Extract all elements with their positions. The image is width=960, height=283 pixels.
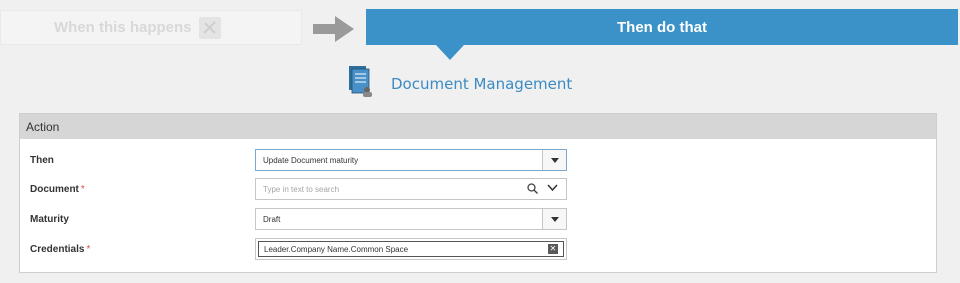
document-search-input[interactable]: Type in text to search [255,178,567,200]
document-placeholder: Type in text to search [263,184,340,194]
connector-header: Document Management [346,64,572,103]
required-mark: * [86,244,91,255]
required-mark: * [80,184,85,195]
row-then: Then Update Document maturity [20,149,936,173]
row-maturity: Maturity Draft [20,208,936,232]
dropdown-caret-icon[interactable] [542,209,566,229]
row-credentials: Credentials * Leader.Company Name.Common … [20,238,936,262]
arrow-right-icon [313,15,355,48]
step-when-label: When this happens [54,19,192,36]
maturity-label: Maturity [30,214,69,225]
remove-tag-icon[interactable]: ✕ [548,244,558,254]
credentials-field[interactable]: Leader.Company Name.Common Space ✕ [255,238,567,260]
panel-title: Action [20,114,936,139]
search-icon[interactable] [527,183,538,196]
then-select[interactable]: Update Document maturity [255,149,567,171]
step-pointer [436,45,464,60]
document-management-icon [346,64,376,103]
then-label: Then [30,155,54,166]
credential-tag-text: Leader.Company Name.Common Space [264,244,409,254]
connector-title: Document Management [391,74,573,93]
action-panel: Action Then Update Document maturity Doc… [19,113,937,273]
maturity-value: Draft [263,214,281,224]
credentials-label: Credentials * [30,244,91,255]
then-value: Update Document maturity [263,155,359,165]
chevron-down-icon[interactable] [547,184,558,194]
step-then-do-that[interactable]: Then do that [366,9,958,60]
step-then-label: Then do that [617,18,707,36]
step-when-this-happens[interactable]: When this happens [0,10,302,45]
row-document: Document * Type in text to search [20,178,936,202]
dropdown-caret-icon[interactable] [542,150,566,170]
maturity-select[interactable]: Draft [255,208,567,230]
trigger-icon [198,16,221,39]
credential-tag: Leader.Company Name.Common Space ✕ [258,241,564,257]
document-label: Document * [30,184,85,195]
